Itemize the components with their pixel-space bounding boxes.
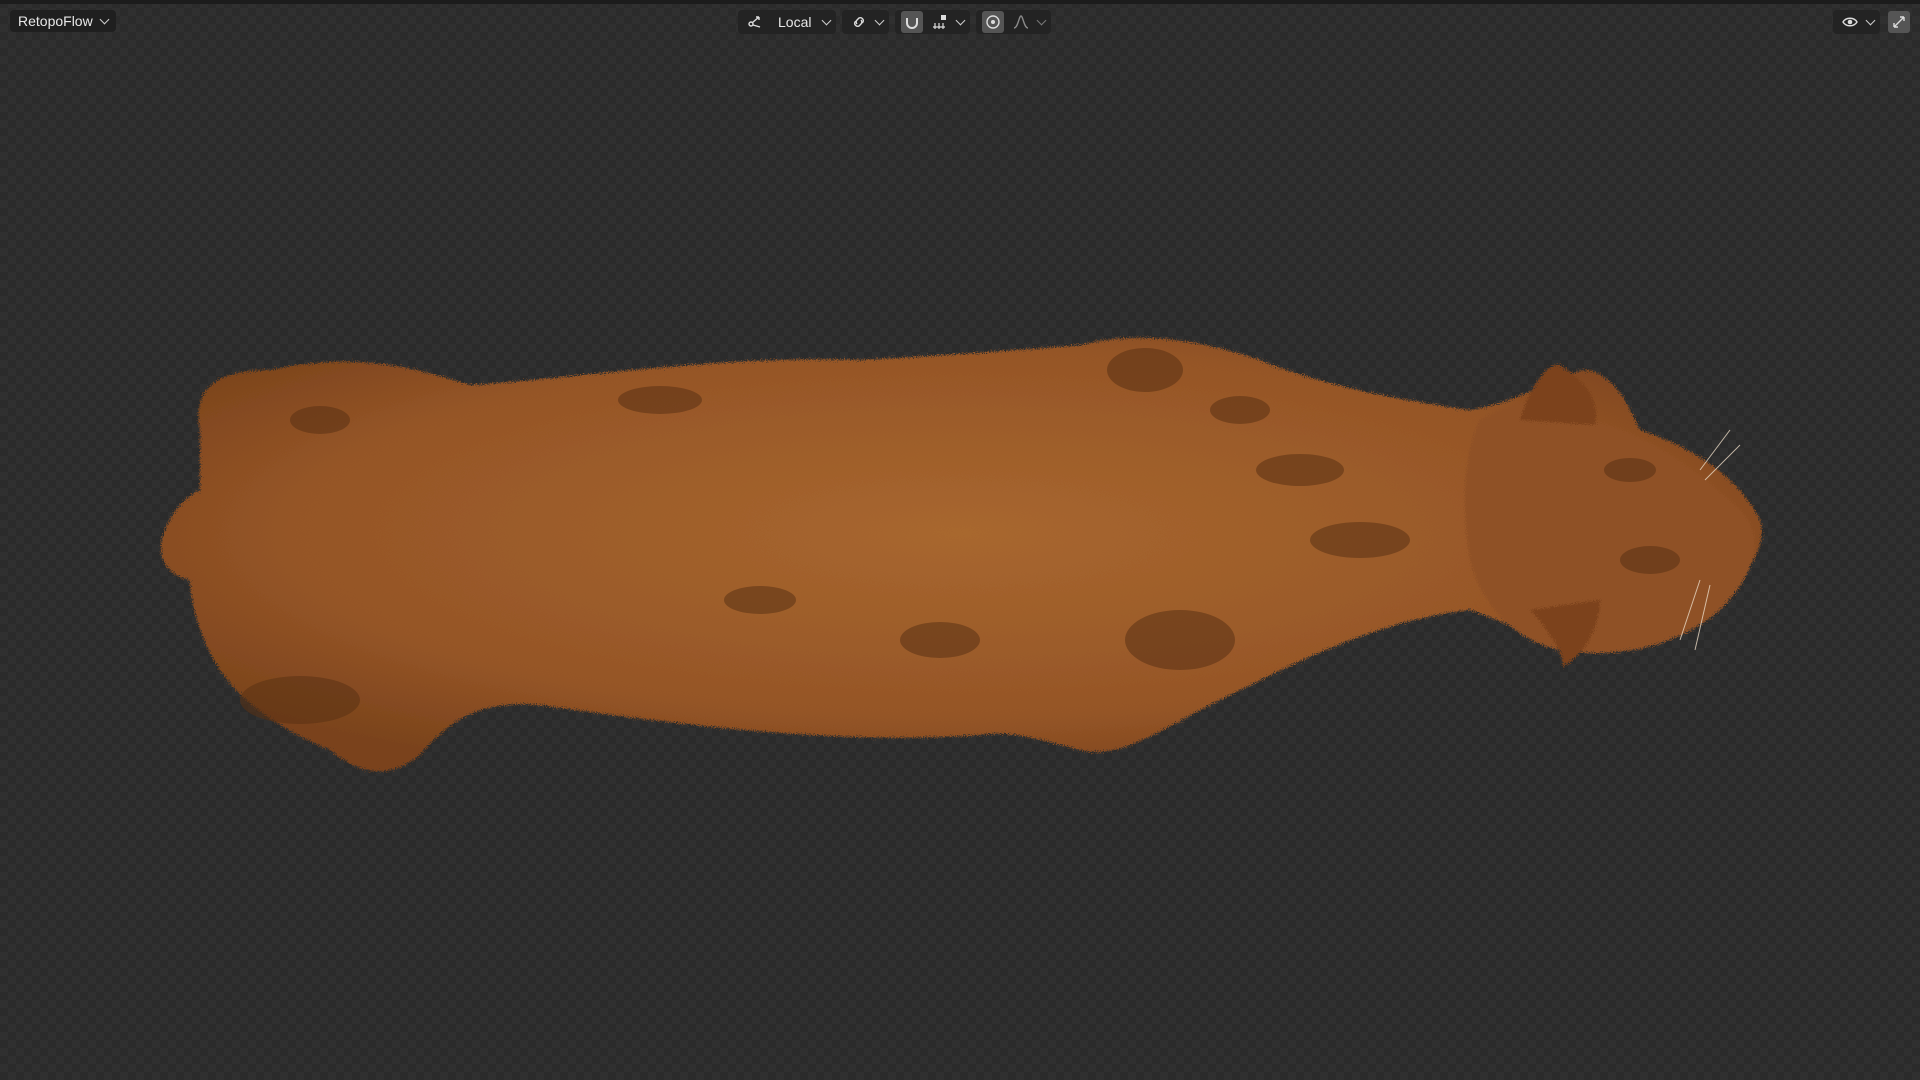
visibility-dropdown[interactable] bbox=[1833, 10, 1880, 34]
3d-viewport[interactable] bbox=[0, 0, 1920, 1080]
mode-select[interactable]: RetopoFlow bbox=[10, 10, 116, 32]
snap-increment-icon[interactable] bbox=[929, 11, 951, 33]
gizmo-icon[interactable] bbox=[1888, 11, 1910, 33]
link-icon bbox=[848, 11, 870, 33]
chevron-down-icon[interactable] bbox=[956, 15, 966, 25]
proportional-edit-icon[interactable] bbox=[982, 11, 1005, 33]
right-toolbar bbox=[1833, 10, 1910, 34]
viewport-header: RetopoFlow Local bbox=[0, 4, 1920, 38]
snap-group bbox=[895, 10, 971, 34]
magnet-icon[interactable] bbox=[901, 11, 924, 33]
falloff-curve-icon[interactable] bbox=[1010, 11, 1032, 33]
chevron-down-icon bbox=[875, 15, 885, 25]
transform-orientation-icon bbox=[744, 11, 766, 33]
proportional-group bbox=[976, 10, 1052, 34]
link-dropdown[interactable] bbox=[842, 10, 890, 34]
eye-icon bbox=[1839, 11, 1861, 33]
mode-label: RetopoFlow bbox=[18, 13, 93, 29]
chevron-down-icon bbox=[99, 14, 110, 24]
pivot-dropdown[interactable]: Local bbox=[738, 10, 837, 34]
chevron-down-icon bbox=[1865, 15, 1876, 25]
chevron-down-icon bbox=[822, 15, 832, 25]
pivot-label: Local bbox=[778, 14, 812, 30]
chevron-down-icon[interactable] bbox=[1037, 15, 1047, 25]
center-toolbar: Local bbox=[738, 10, 1052, 34]
